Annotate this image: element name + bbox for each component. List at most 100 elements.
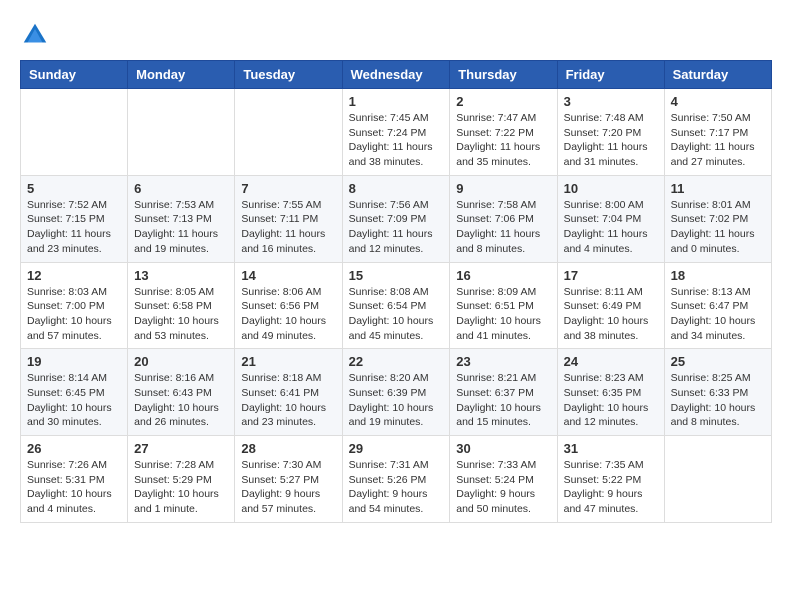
calendar-cell: 10 Sunrise: 8:00 AM Sunset: 7:04 PM Dayli… <box>557 175 664 262</box>
calendar-cell: 3Sunrise: 7:48 AM Sunset: 7:20 PM Daylig… <box>557 89 664 176</box>
cell-info: Sunrise: 7:35 AM Sunset: 5:22 PM Dayligh… <box>564 458 658 517</box>
cell-info: Sunrise: 8:16 AM Sunset: 6:43 PM Dayligh… <box>134 371 228 430</box>
day-number: 1 <box>349 94 444 109</box>
cell-info: Sunrise: 7:45 AM Sunset: 7:24 PM Dayligh… <box>349 111 444 170</box>
day-number: 10 <box>564 181 658 196</box>
day-number: 3 <box>564 94 658 109</box>
calendar-cell: 30 Sunrise: 7:33 AM Sunset: 5:24 PM Dayli… <box>450 436 557 523</box>
cell-info: Sunrise: 7:52 AM Sunset: 7:15 PM Dayligh… <box>27 198 121 257</box>
logo-icon <box>20 20 50 50</box>
day-number: 12 <box>27 268 121 283</box>
cell-info: Sunrise: 7:50 AM Sunset: 7:17 PM Dayligh… <box>671 111 765 170</box>
day-number: 19 <box>27 354 121 369</box>
cell-info: Sunrise: 8:06 AM Sunset: 6:56 PM Dayligh… <box>241 285 335 344</box>
calendar-cell <box>664 436 771 523</box>
calendar-cell: 25 Sunrise: 8:25 AM Sunset: 6:33 PM Dayli… <box>664 349 771 436</box>
calendar-cell: 14 Sunrise: 8:06 AM Sunset: 6:56 PM Dayli… <box>235 262 342 349</box>
day-number: 9 <box>456 181 550 196</box>
cell-info: Sunrise: 7:56 AM Sunset: 7:09 PM Dayligh… <box>349 198 444 257</box>
logo <box>20 20 54 50</box>
cell-info: Sunrise: 7:30 AM Sunset: 5:27 PM Dayligh… <box>241 458 335 517</box>
calendar-cell: 8 Sunrise: 7:56 AM Sunset: 7:09 PM Daylig… <box>342 175 450 262</box>
calendar-cell: 27Sunrise: 7:28 AM Sunset: 5:29 PM Dayli… <box>128 436 235 523</box>
day-number: 4 <box>671 94 765 109</box>
day-number: 31 <box>564 441 658 456</box>
calendar-cell <box>21 89 128 176</box>
day-number: 6 <box>134 181 228 196</box>
cell-info: Sunrise: 8:05 AM Sunset: 6:58 PM Dayligh… <box>134 285 228 344</box>
calendar-cell: 6 Sunrise: 7:53 AM Sunset: 7:13 PM Daylig… <box>128 175 235 262</box>
calendar-cell: 13 Sunrise: 8:05 AM Sunset: 6:58 PM Dayli… <box>128 262 235 349</box>
day-number: 7 <box>241 181 335 196</box>
calendar-cell: 12 Sunrise: 8:03 AM Sunset: 7:00 PM Dayli… <box>21 262 128 349</box>
cell-info: Sunrise: 8:03 AM Sunset: 7:00 PM Dayligh… <box>27 285 121 344</box>
calendar-cell: 5 Sunrise: 7:52 AM Sunset: 7:15 PM Daylig… <box>21 175 128 262</box>
day-number: 22 <box>349 354 444 369</box>
day-number: 5 <box>27 181 121 196</box>
calendar-cell: 21 Sunrise: 8:18 AM Sunset: 6:41 PM Dayli… <box>235 349 342 436</box>
calendar-cell: 2 Sunrise: 7:47 AM Sunset: 7:22 PM Daylig… <box>450 89 557 176</box>
cell-info: Sunrise: 8:08 AM Sunset: 6:54 PM Dayligh… <box>349 285 444 344</box>
calendar-week-row: 1 Sunrise: 7:45 AM Sunset: 7:24 PM Daylig… <box>21 89 772 176</box>
calendar-cell <box>235 89 342 176</box>
cell-info: Sunrise: 8:25 AM Sunset: 6:33 PM Dayligh… <box>671 371 765 430</box>
cell-info: Sunrise: 7:31 AM Sunset: 5:26 PM Dayligh… <box>349 458 444 517</box>
cell-info: Sunrise: 8:13 AM Sunset: 6:47 PM Dayligh… <box>671 285 765 344</box>
calendar-week-row: 5 Sunrise: 7:52 AM Sunset: 7:15 PM Daylig… <box>21 175 772 262</box>
day-number: 11 <box>671 181 765 196</box>
day-number: 30 <box>456 441 550 456</box>
calendar-cell: 28Sunrise: 7:30 AM Sunset: 5:27 PM Dayli… <box>235 436 342 523</box>
column-header-wednesday: Wednesday <box>342 61 450 89</box>
column-header-sunday: Sunday <box>21 61 128 89</box>
day-number: 23 <box>456 354 550 369</box>
column-header-tuesday: Tuesday <box>235 61 342 89</box>
cell-info: Sunrise: 8:18 AM Sunset: 6:41 PM Dayligh… <box>241 371 335 430</box>
calendar-week-row: 12 Sunrise: 8:03 AM Sunset: 7:00 PM Dayli… <box>21 262 772 349</box>
calendar-cell: 7 Sunrise: 7:55 AM Sunset: 7:11 PM Daylig… <box>235 175 342 262</box>
cell-info: Sunrise: 8:01 AM Sunset: 7:02 PM Dayligh… <box>671 198 765 257</box>
cell-info: Sunrise: 7:33 AM Sunset: 5:24 PM Dayligh… <box>456 458 550 517</box>
cell-info: Sunrise: 7:58 AM Sunset: 7:06 PM Dayligh… <box>456 198 550 257</box>
calendar-cell <box>128 89 235 176</box>
calendar-cell: 20 Sunrise: 8:16 AM Sunset: 6:43 PM Dayli… <box>128 349 235 436</box>
day-number: 17 <box>564 268 658 283</box>
cell-info: Sunrise: 8:00 AM Sunset: 7:04 PM Dayligh… <box>564 198 658 257</box>
calendar-cell: 24 Sunrise: 8:23 AM Sunset: 6:35 PM Dayli… <box>557 349 664 436</box>
column-header-thursday: Thursday <box>450 61 557 89</box>
cell-info: Sunrise: 8:21 AM Sunset: 6:37 PM Dayligh… <box>456 371 550 430</box>
day-number: 20 <box>134 354 228 369</box>
calendar-cell: 11 Sunrise: 8:01 AM Sunset: 7:02 PM Dayli… <box>664 175 771 262</box>
day-number: 24 <box>564 354 658 369</box>
day-number: 13 <box>134 268 228 283</box>
calendar-cell: 17Sunrise: 8:11 AM Sunset: 6:49 PM Dayli… <box>557 262 664 349</box>
calendar-cell: 16Sunrise: 8:09 AM Sunset: 6:51 PM Dayli… <box>450 262 557 349</box>
cell-info: Sunrise: 7:47 AM Sunset: 7:22 PM Dayligh… <box>456 111 550 170</box>
calendar-cell: 26Sunrise: 7:26 AM Sunset: 5:31 PM Dayli… <box>21 436 128 523</box>
day-number: 8 <box>349 181 444 196</box>
calendar-cell: 18 Sunrise: 8:13 AM Sunset: 6:47 PM Dayli… <box>664 262 771 349</box>
day-number: 15 <box>349 268 444 283</box>
calendar-week-row: 26Sunrise: 7:26 AM Sunset: 5:31 PM Dayli… <box>21 436 772 523</box>
calendar-cell: 9 Sunrise: 7:58 AM Sunset: 7:06 PM Daylig… <box>450 175 557 262</box>
page-header <box>20 20 772 50</box>
day-number: 14 <box>241 268 335 283</box>
cell-info: Sunrise: 7:53 AM Sunset: 7:13 PM Dayligh… <box>134 198 228 257</box>
calendar-cell: 23 Sunrise: 8:21 AM Sunset: 6:37 PM Dayli… <box>450 349 557 436</box>
calendar-cell: 1 Sunrise: 7:45 AM Sunset: 7:24 PM Daylig… <box>342 89 450 176</box>
column-header-saturday: Saturday <box>664 61 771 89</box>
day-number: 2 <box>456 94 550 109</box>
calendar-cell: 31 Sunrise: 7:35 AM Sunset: 5:22 PM Dayli… <box>557 436 664 523</box>
cell-info: Sunrise: 8:23 AM Sunset: 6:35 PM Dayligh… <box>564 371 658 430</box>
day-number: 21 <box>241 354 335 369</box>
calendar-cell: 29Sunrise: 7:31 AM Sunset: 5:26 PM Dayli… <box>342 436 450 523</box>
column-header-monday: Monday <box>128 61 235 89</box>
day-number: 16 <box>456 268 550 283</box>
cell-info: Sunrise: 7:26 AM Sunset: 5:31 PM Dayligh… <box>27 458 121 517</box>
calendar-table: SundayMondayTuesdayWednesdayThursdayFrid… <box>20 60 772 523</box>
day-number: 25 <box>671 354 765 369</box>
cell-info: Sunrise: 7:55 AM Sunset: 7:11 PM Dayligh… <box>241 198 335 257</box>
calendar-week-row: 19Sunrise: 8:14 AM Sunset: 6:45 PM Dayli… <box>21 349 772 436</box>
column-header-friday: Friday <box>557 61 664 89</box>
day-number: 18 <box>671 268 765 283</box>
calendar-cell: 15 Sunrise: 8:08 AM Sunset: 6:54 PM Dayli… <box>342 262 450 349</box>
